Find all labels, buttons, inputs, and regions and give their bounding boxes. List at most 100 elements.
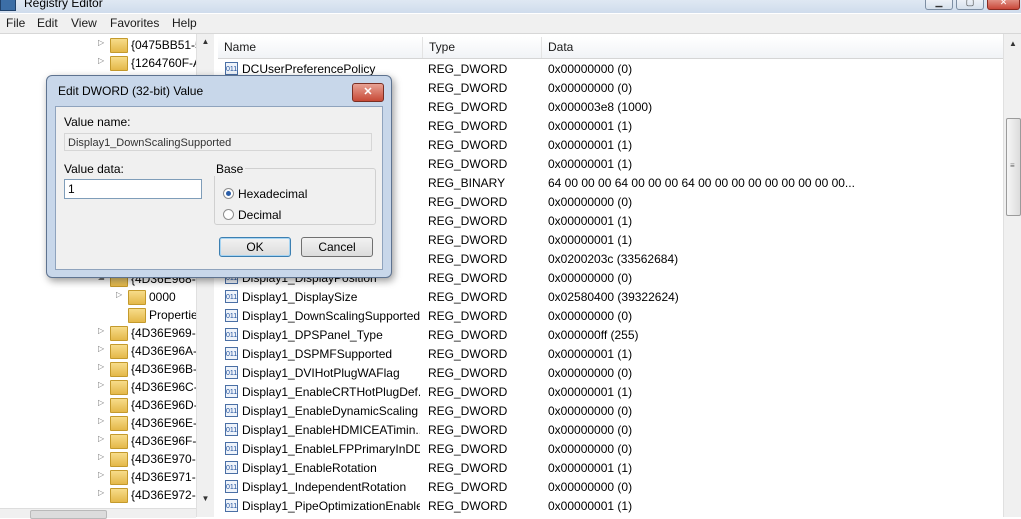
expand-arrow-icon[interactable]: ▷ xyxy=(98,39,104,47)
row-type: REG_DWORD xyxy=(428,271,508,285)
scroll-up-arrow-icon[interactable]: ▲ xyxy=(197,37,214,49)
column-header-data[interactable]: Data xyxy=(542,37,1003,58)
column-header-name[interactable]: Name xyxy=(218,37,423,58)
folder-icon xyxy=(110,38,128,53)
folder-icon xyxy=(110,470,128,485)
row-data: 0x00000000 (0) xyxy=(548,404,633,418)
folder-icon xyxy=(110,362,128,377)
reg-value-icon: 011 xyxy=(225,62,238,75)
dialog-body: Value name: Display1_DownScalingSupporte… xyxy=(55,106,383,270)
table-row[interactable]: 011 Display1_DisplaySize REG_DWORD 0x025804… xyxy=(218,288,1003,307)
row-data: 0x00000001 (1) xyxy=(548,119,633,133)
row-data: 0x00000001 (1) xyxy=(548,157,633,171)
folder-icon xyxy=(110,452,128,467)
row-name: DCUserPreferencePolicy xyxy=(242,62,376,76)
expand-arrow-icon[interactable]: ▷ xyxy=(98,345,104,353)
table-row[interactable]: 011 Display1_DPSPanel_Type REG_DWORD 0x0000… xyxy=(218,326,1003,345)
list-vertical-scrollbar[interactable]: ▲ ≡ xyxy=(1003,34,1021,517)
radio-selected-icon[interactable] xyxy=(223,188,234,199)
reg-value-icon: 011 xyxy=(225,461,238,474)
row-data: 0x0200203c (33562684) xyxy=(548,252,679,266)
row-data: 0x00000000 (0) xyxy=(548,271,633,285)
expand-arrow-icon[interactable]: ▷ xyxy=(98,453,104,461)
tree-item-label: {4D36E969-E xyxy=(131,326,204,340)
minimize-button[interactable]: ▁ xyxy=(925,0,953,10)
tree-item-label: {4D36E96E-E xyxy=(131,416,206,430)
folder-icon xyxy=(110,434,128,449)
maximize-button[interactable]: ▢ xyxy=(956,0,984,10)
tree-item-label: {0475BB51-5 xyxy=(131,38,202,52)
table-row[interactable]: 011 Display1_DSPMFSupported REG_DWORD 0x000… xyxy=(218,345,1003,364)
tree-item-label: {1264760F-A xyxy=(131,56,202,70)
expand-arrow-icon[interactable]: ▷ xyxy=(98,399,104,407)
base-group-label: Base xyxy=(214,162,246,176)
reg-value-icon: 011 xyxy=(225,499,238,512)
row-type: REG_DWORD xyxy=(428,214,508,228)
tree-horizontal-scroll-thumb[interactable] xyxy=(30,510,107,519)
row-type: REG_DWORD xyxy=(428,347,508,361)
reg-value-icon: 011 xyxy=(225,423,238,436)
dialog-close-button[interactable]: ✕ xyxy=(352,83,384,102)
column-header-type[interactable]: Type xyxy=(423,37,542,58)
row-data: 0x00000000 (0) xyxy=(548,81,633,95)
expand-arrow-icon[interactable]: ▷ xyxy=(98,57,104,65)
row-data: 0x00000001 (1) xyxy=(548,499,633,513)
expand-arrow-icon[interactable]: ▷ xyxy=(98,327,104,335)
menu-favorites[interactable]: Favorites xyxy=(109,16,160,30)
expand-arrow-icon[interactable] xyxy=(116,309,122,317)
radio-unselected-icon[interactable] xyxy=(223,209,234,220)
row-type: REG_DWORD xyxy=(428,138,508,152)
tree-item-label: {4D36E96D-E xyxy=(131,398,206,412)
row-data: 0x000000ff (255) xyxy=(548,328,639,342)
row-name: Display1_EnableDynamicScaling xyxy=(242,404,419,418)
expand-arrow-icon[interactable]: ▷ xyxy=(98,363,104,371)
row-data: 0x00000000 (0) xyxy=(548,480,633,494)
table-row[interactable]: 011 Display1_PipeOptimizationEnable REG_DW… xyxy=(218,497,1003,516)
close-window-button[interactable]: ✕ xyxy=(987,0,1020,10)
reg-value-icon: 011 xyxy=(225,366,238,379)
cancel-button[interactable]: Cancel xyxy=(301,237,373,257)
row-name: Display1_EnableLFPPrimaryInDDC xyxy=(242,442,420,456)
scroll-up-arrow-icon[interactable]: ▲ xyxy=(1004,39,1021,51)
expand-arrow-icon[interactable]: ▷ xyxy=(98,471,104,479)
expand-arrow-icon[interactable]: ▷ xyxy=(98,417,104,425)
expand-arrow-icon[interactable]: ▷ xyxy=(98,381,104,389)
expand-arrow-icon[interactable]: ▷ xyxy=(98,435,104,443)
row-name: Display1_DVIHotPlugWAFlag xyxy=(242,366,400,380)
table-row[interactable]: 011 Display1_DVIHotPlugWAFlag REG_DWORD 0x0… xyxy=(218,364,1003,383)
menu-file[interactable]: File xyxy=(5,16,26,30)
row-type: REG_DWORD xyxy=(428,157,508,171)
table-row[interactable]: 011 Display1_EnableCRTHotPlugDef... REG_DW… xyxy=(218,383,1003,402)
table-row[interactable]: 011 Display1_EnableLFPPrimaryInDDC REG_DWO… xyxy=(218,440,1003,459)
row-name: Display1_DPSPanel_Type xyxy=(242,328,383,342)
folder-icon xyxy=(110,380,128,395)
ok-button[interactable]: OK xyxy=(219,237,291,257)
row-data: 0x000003e8 (1000) xyxy=(548,100,653,114)
row-type: REG_DWORD xyxy=(428,195,508,209)
table-row[interactable]: 011 Display1_EnableRotation REG_DWORD 0x000… xyxy=(218,459,1003,478)
row-data: 0x00000000 (0) xyxy=(548,423,633,437)
tree-item-label: {4D36E96B-E xyxy=(131,362,206,376)
row-data: 0x00000000 (0) xyxy=(548,366,633,380)
list-scroll-thumb[interactable]: ≡ xyxy=(1006,118,1021,216)
menu-view[interactable]: View xyxy=(70,16,98,30)
reg-value-icon: 011 xyxy=(225,290,238,303)
expand-arrow-icon[interactable]: ▷ xyxy=(98,489,104,497)
row-name: Display1_DisplaySize xyxy=(242,290,358,304)
registry-editor-icon xyxy=(0,0,16,11)
table-row[interactable]: 011 Display1_IndependentRotation REG_DWORD… xyxy=(218,478,1003,497)
table-row[interactable]: 011 Display1_EnableDynamicScaling REG_DWOR… xyxy=(218,402,1003,421)
menu-help[interactable]: Help xyxy=(171,16,198,30)
expand-arrow-icon[interactable]: ▷ xyxy=(116,291,122,299)
value-data-input[interactable]: 1 xyxy=(64,179,202,199)
row-type: REG_DWORD xyxy=(428,233,508,247)
table-row[interactable]: 011 Display1_EnableHDMICEATimin... REG_DWO… xyxy=(218,421,1003,440)
row-data: 0x00000001 (1) xyxy=(548,347,633,361)
tree-item-label: {4D36E971-E xyxy=(131,470,204,484)
row-data: 0x00000000 (0) xyxy=(548,62,633,76)
scroll-down-arrow-icon[interactable]: ▼ xyxy=(197,494,214,506)
menu-edit[interactable]: Edit xyxy=(36,16,59,30)
row-data: 0x00000000 (0) xyxy=(548,442,633,456)
row-name: Display1_DownScalingSupported xyxy=(242,309,420,323)
table-row[interactable]: 011 Display1_DownScalingSupported REG_DWOR… xyxy=(218,307,1003,326)
